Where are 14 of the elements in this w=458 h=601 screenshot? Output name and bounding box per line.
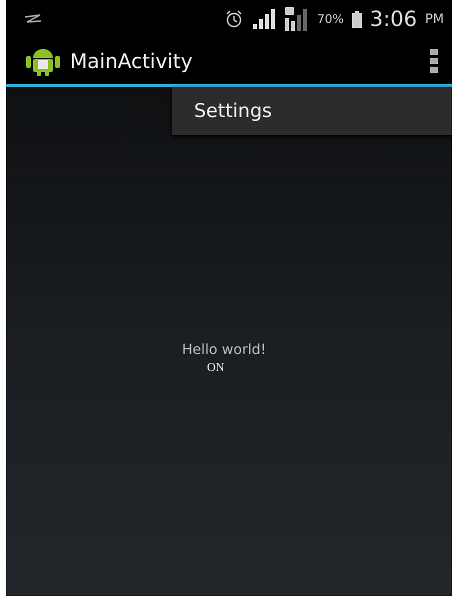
signal-icon [283, 7, 310, 31]
battery-icon [352, 10, 362, 28]
hello-text: Hello world! [182, 342, 268, 358]
clock-time: 3:06 [370, 7, 417, 31]
menu-item[interactable]: Settings [172, 99, 278, 123]
clock-meridiem: PM [424, 12, 444, 26]
signal-icon [251, 9, 276, 29]
notification-icon [24, 14, 42, 24]
android-icon [26, 46, 60, 76]
overflow-menu-icon[interactable] [430, 49, 438, 73]
activity-title: MainActivity [70, 49, 194, 73]
alarm-icon [225, 10, 244, 28]
battery-percentage: 70% [317, 12, 344, 26]
state-label: ON [206, 360, 226, 375]
